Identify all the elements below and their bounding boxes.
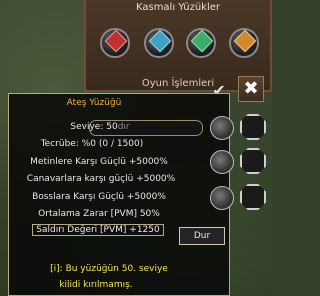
experience-text: Tecrübe: %0 (0 / 1500)	[40, 139, 144, 149]
blue-gem-icon	[148, 29, 172, 53]
close-button[interactable]: ✖	[238, 76, 264, 102]
stat-line: Metinlere Karşı Güçlü +5000%	[30, 157, 168, 167]
ring-window-title: Kasmalı Yüzükler	[135, 2, 221, 13]
stat-line: Ortalama Zarar [PVM] 50%	[38, 209, 160, 219]
stop-button[interactable]: Dur	[179, 227, 225, 245]
notice-line-2: kilidi kırılmamış.	[59, 280, 133, 290]
item-name: Ateş Yüzüğü	[66, 98, 122, 108]
attack-value-box: Saldırı Değeri [PVM] +1250	[32, 224, 164, 236]
level-text: Seviye: 50dır	[0, 122, 229, 132]
orange-gem-icon	[233, 29, 257, 53]
level-label: Seviye: 50	[70, 122, 118, 132]
level-unit: dır	[117, 122, 130, 132]
green-gem-icon	[190, 29, 214, 53]
ring-slot-4[interactable]	[229, 28, 259, 58]
red-gem-icon	[104, 29, 128, 53]
ring-slot-2[interactable]	[144, 28, 174, 58]
ring-button-2[interactable]	[210, 150, 234, 174]
stat-line: Bosslara Karşı Güçlü +5000%	[32, 192, 166, 202]
ring-button-3[interactable]	[210, 186, 234, 210]
notice-line-1: [i]: Bu yüzüğün 50. seviye	[50, 264, 168, 274]
stat-line: Canavarlara karşı güçlü +5000%	[26, 174, 176, 184]
ring-slot-3[interactable]	[186, 28, 216, 58]
ring-slot-1[interactable]	[100, 28, 130, 58]
ring-button-1[interactable]	[210, 116, 234, 140]
item-tooltip: Ateş Yüzüğü Seviye: 50dır Tecrübe: %0 (0…	[8, 93, 230, 296]
